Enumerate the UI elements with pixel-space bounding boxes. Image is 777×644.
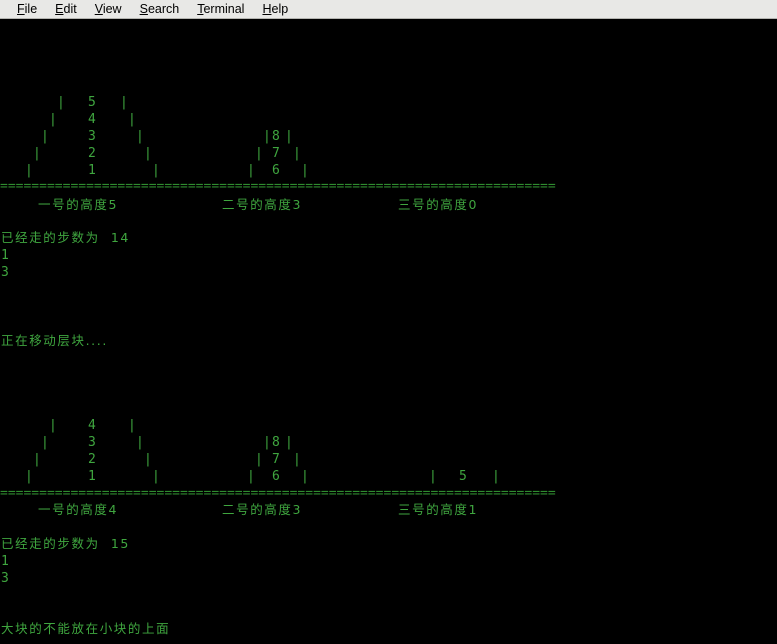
disk-label: 7 [272,146,280,161]
peg-marker: | [285,435,293,450]
tower-height-label: 二号的高度3 [222,197,303,212]
disk-label: 5 [459,469,467,484]
menu-item-edit[interactable]: Edit [46,0,86,18]
error-message-text: 大块的不能放在小块的上面 [1,621,171,636]
peg-marker: | [293,452,301,467]
menu-mnemonic: H [262,2,272,16]
peg-marker: | [255,452,263,467]
disk-label: 4 [88,418,96,433]
disk-label: 8 [272,435,280,450]
menu-item-file[interactable]: File [8,0,46,18]
moving-message-text: 正在移动层块.... [1,333,108,348]
input-source-peg-text: 1 [1,248,9,263]
peg-marker: | [247,163,255,178]
peg-marker: | [247,469,255,484]
peg-marker: | [120,95,128,110]
menu-label-rest: earch [147,2,180,16]
peg-marker: | [152,163,160,178]
tower-height-label: 二号的高度3 [222,502,303,517]
menu-item-search[interactable]: Search [131,0,189,18]
disk-label: 2 [88,452,96,467]
disk-label: 5 [88,95,96,110]
disk-label: 2 [88,146,96,161]
peg-marker: | [41,129,49,144]
separator-text: ========================================… [0,486,556,501]
menu-mnemonic: E [55,2,64,16]
peg-marker: | [152,469,160,484]
menu-item-terminal[interactable]: Terminal [188,0,253,18]
tower-height-label: 三号的高度0 [398,197,479,212]
disk-label: 4 [88,112,96,127]
peg-marker: | [285,129,293,144]
disk-label: 1 [88,163,96,178]
disk-label: 6 [272,469,280,484]
disk-label: 6 [272,163,280,178]
peg-marker: | [33,146,41,161]
steps-counter-text: 已经走的步数为 14 [1,230,130,245]
terminal-screen[interactable]: | | 5 | | 4 | | | | 3 8 | | | | 2 7 | | | | 1 6 ================… [0,19,777,644]
peg-marker: | [25,469,33,484]
menu-item-help[interactable]: Help [253,0,297,18]
input-target-peg-text: 3 [1,265,9,280]
peg-marker: | [263,435,271,450]
input-target-peg-text: 3 [1,571,9,586]
menu-item-view[interactable]: View [86,0,131,18]
steps-counter-text: 已经走的步数为 15 [1,536,130,551]
peg-marker: | [492,469,500,484]
menu-mnemonic: V [94,2,103,16]
peg-marker: | [33,452,41,467]
disk-label: 7 [272,452,280,467]
disk-label: 1 [88,469,96,484]
menu-mnemonic: F [17,2,25,16]
peg-marker: | [136,435,144,450]
peg-marker: | [49,112,57,127]
peg-marker: | [255,146,263,161]
peg-marker: | [25,163,33,178]
separator-text: ========================================… [0,179,556,194]
peg-marker: | [128,112,136,127]
tower-height-label: 三号的高度1 [398,502,479,517]
disk-label: 8 [272,129,280,144]
peg-marker: | [429,469,437,484]
peg-marker: | [144,452,152,467]
menu-label-rest: ile [24,2,38,16]
peg-marker: | [301,163,309,178]
menu-label-rest: dit [63,2,77,16]
menu-label-rest: erminal [203,2,245,16]
tower-height-label: 一号的高度4 [38,502,119,517]
menu-bar: File Edit View Search Terminal Help [0,0,777,19]
peg-marker: | [293,146,301,161]
input-source-peg-text: 1 [1,554,9,569]
peg-marker: | [136,129,144,144]
menu-mnemonic: S [139,2,148,16]
peg-marker: | [128,418,136,433]
peg-marker: | [57,95,65,110]
peg-marker: | [144,146,152,161]
tower-height-label: 一号的高度5 [38,197,119,212]
disk-label: 3 [88,129,96,144]
disk-label: 3 [88,435,96,450]
peg-marker: | [41,435,49,450]
menu-label-rest: elp [271,2,289,16]
peg-marker: | [263,129,271,144]
menu-label-rest: iew [102,2,122,16]
peg-marker: | [49,418,57,433]
peg-marker: | [301,469,309,484]
